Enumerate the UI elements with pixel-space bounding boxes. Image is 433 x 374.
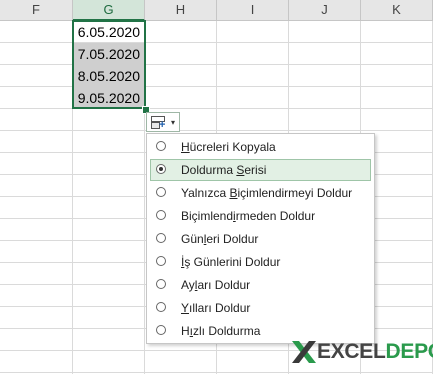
autofill-options-button[interactable]: + ▾	[146, 112, 180, 132]
menu-item-label: Yalnızca Biçimlendirmeyi Doldur	[181, 186, 353, 200]
menu-item-label: Günleri Doldur	[181, 232, 259, 246]
radio-checked-icon	[156, 164, 166, 174]
chevron-down-icon: ▾	[170, 118, 175, 127]
logo-x-icon	[292, 341, 316, 363]
column-header-i[interactable]: I	[217, 0, 289, 20]
column-header-g[interactable]: G	[73, 0, 145, 21]
column-header-f[interactable]: F	[0, 0, 73, 20]
radio-icon	[156, 210, 166, 220]
menu-item-fill-months[interactable]: Ayları Doldur	[150, 274, 371, 296]
autofill-options-icon: +	[151, 116, 165, 131]
menu-item-fill-days[interactable]: Günleri Doldur	[150, 228, 371, 250]
column-headers: F G H I J K	[0, 0, 433, 21]
menu-item-fill-weekdays[interactable]: İş Günlerini Doldur	[150, 251, 371, 273]
spreadsheet: F G H I J K 6.05.2020 7.05.2020 8.05.202…	[0, 0, 433, 374]
menu-item-label: Doldurma Serisi	[181, 163, 267, 177]
radio-icon	[156, 325, 166, 335]
menu-item-label: Biçimlendirmeden Doldur	[181, 209, 316, 223]
radio-icon	[156, 279, 166, 289]
menu-item-copy-cells[interactable]: Hücreleri Kopyala	[150, 136, 371, 158]
column-header-j[interactable]: J	[289, 0, 361, 20]
radio-icon	[156, 187, 166, 197]
cell-g3[interactable]: 8.05.2020	[73, 65, 145, 87]
column-header-h[interactable]: H	[145, 0, 217, 20]
radio-icon	[156, 141, 166, 151]
radio-icon	[156, 256, 166, 266]
cell-g4[interactable]: 9.05.2020	[73, 87, 145, 109]
menu-item-fill-series[interactable]: Doldurma Serisi	[150, 159, 371, 181]
logo-text: EXCELDEPO	[317, 340, 433, 363]
cell-g2[interactable]: 7.05.2020	[73, 43, 145, 65]
menu-item-fill-years[interactable]: Yılları Doldur	[150, 297, 371, 319]
radio-icon	[156, 302, 166, 312]
menu-item-label: Ayları Doldur	[181, 278, 251, 292]
column-header-k[interactable]: K	[361, 0, 433, 20]
cell-g1[interactable]: 6.05.2020	[73, 21, 145, 43]
menu-item-label: Yılları Doldur	[181, 301, 251, 315]
menu-item-label: İş Günlerini Doldur	[181, 255, 281, 269]
autofill-options-menu: Hücreleri Kopyala Doldurma Serisi Yalnız…	[146, 133, 375, 344]
exceldepo-logo: EXCELDEPO	[291, 338, 433, 366]
menu-item-fill-without-formatting[interactable]: Biçimlendirmeden Doldur	[150, 205, 371, 227]
menu-item-label: Hücreleri Kopyala	[181, 140, 276, 154]
menu-item-label: Hızlı Doldurma	[181, 324, 261, 338]
menu-item-fill-formatting-only[interactable]: Yalnızca Biçimlendirmeyi Doldur	[150, 182, 371, 204]
radio-icon	[156, 233, 166, 243]
